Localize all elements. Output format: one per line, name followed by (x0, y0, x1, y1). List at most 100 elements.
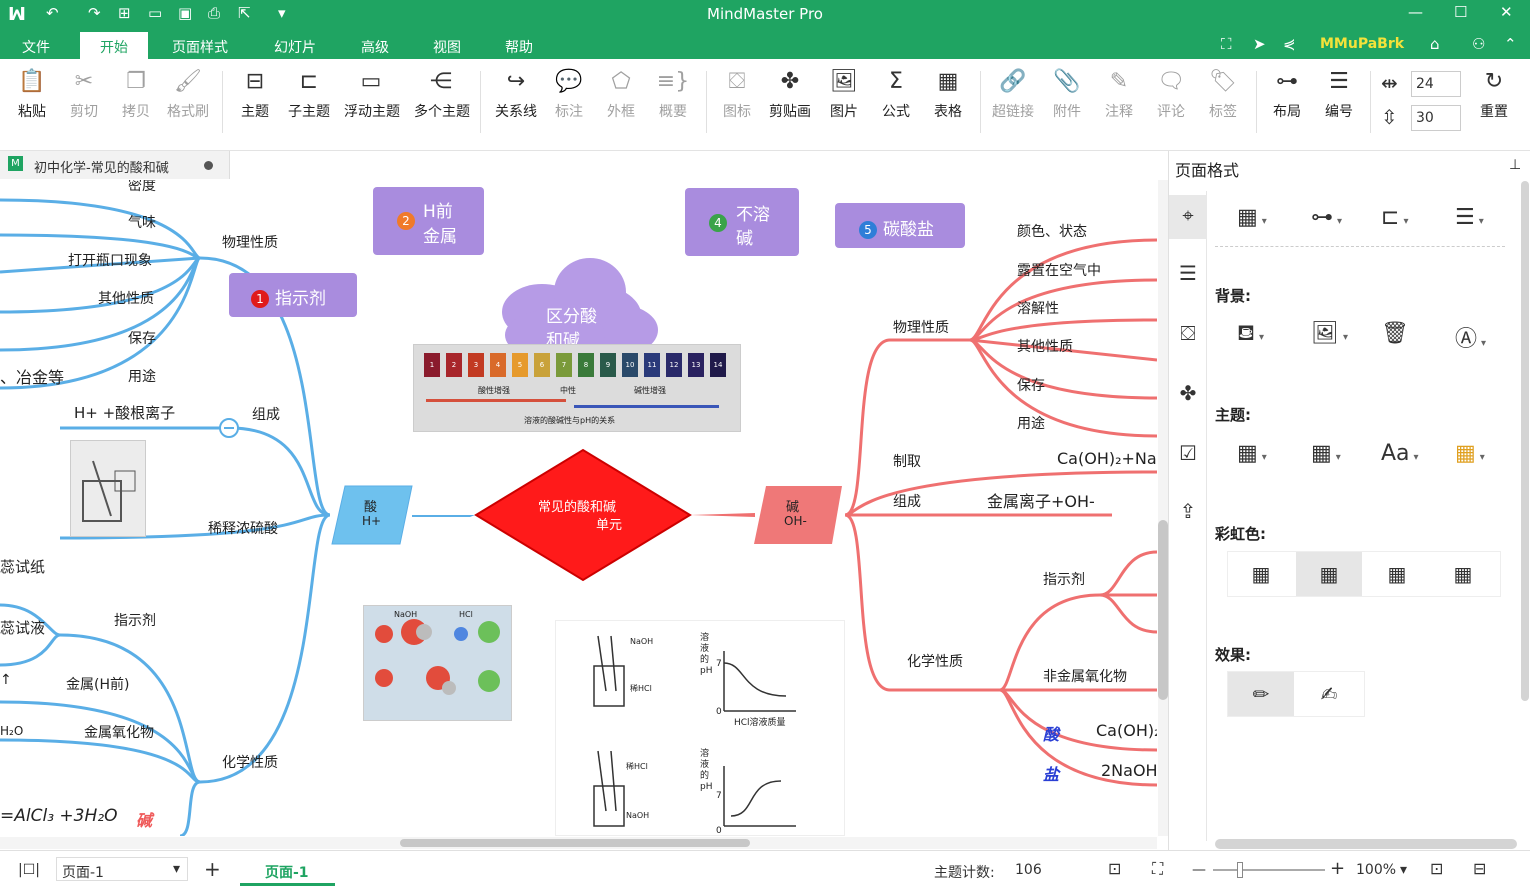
ph-scale-image[interactable]: 1 2 3 4 5 6 7 8 9 10 11 12 13 14 酸性增强 中性 碱性增强 溶液的酸碱性与… (413, 344, 741, 432)
clipart-tab-icon[interactable]: ✤ (1175, 381, 1201, 407)
badge-tab-icon[interactable]: ⛋ (1175, 321, 1201, 347)
minimize-icon[interactable]: — (1408, 3, 1423, 21)
base-topic-ion[interactable]: OH- (784, 514, 807, 528)
theme-layout-icon[interactable]: ▦ ▾ (1311, 441, 1341, 466)
scroll-thumb[interactable] (400, 839, 750, 847)
right-composition-value[interactable]: 金属离子+OH- (987, 488, 1095, 512)
connector-icon[interactable]: ⊏ ▾ (1381, 205, 1408, 230)
subtopic-button[interactable]: ⊏ 子主题 (282, 67, 336, 121)
scroll-thumb[interactable] (1158, 520, 1168, 700)
table-button[interactable]: ▦ 表格 (921, 67, 975, 121)
formula-button[interactable]: Σ 公式 (869, 67, 923, 121)
left-h2o[interactable]: H₂O (0, 724, 23, 738)
left-chem-metal[interactable]: 金属(H前) (66, 674, 129, 694)
vertical-scrollbar[interactable] (1158, 180, 1168, 836)
layout-grid-icon[interactable]: ▦ ▾ (1237, 205, 1267, 230)
document-tab[interactable]: M 初中化学-常见的酸和碱 (0, 151, 230, 179)
vertical-spacing-input[interactable]: 30 (1411, 105, 1461, 131)
menu-help[interactable]: 帮助 (505, 37, 533, 57)
right-composition[interactable]: 组成 (893, 491, 921, 511)
right-salt-value[interactable]: 2NaOH (1101, 761, 1157, 780)
relation-button[interactable]: ↪ 关系线 (489, 67, 543, 121)
right-chem-indicator[interactable]: 指示剂 (1043, 569, 1085, 589)
left-phys-other[interactable]: 其他性质 (98, 288, 154, 308)
zoom-dropdown-icon[interactable]: ▾ (1400, 862, 1407, 878)
picture-button[interactable]: 🖼 图片 (817, 67, 871, 121)
fill-bucket-icon[interactable]: ⛾ ▾ (1237, 321, 1264, 349)
page-panel-toggle-icon[interactable]: |☐| (18, 862, 40, 878)
collapse-ribbon-icon[interactable]: ⌃ (1504, 35, 1517, 53)
zoom-in-icon[interactable]: + (1330, 858, 1345, 879)
mindmap-canvas[interactable]: 常见的酸和碱 单元 酸 H+ 碱 OH- 区分酸 和碱 1 指示剂 2 H前 金属… (0, 180, 1157, 836)
left-chem-metal-oxide[interactable]: 金属氧化物 (84, 722, 154, 742)
menu-advanced[interactable]: 高级 (361, 37, 389, 57)
left-base-tag[interactable]: 碱 (136, 807, 152, 831)
numbering-button[interactable]: ☰ 编号 (1312, 67, 1366, 121)
horizontal-scrollbar[interactable] (0, 837, 1157, 849)
summary-button[interactable]: ≡} 概要 (646, 67, 700, 121)
send-icon[interactable]: ➤ (1253, 35, 1266, 53)
add-page-icon[interactable]: + (204, 857, 221, 881)
font-icon[interactable]: Aa ▾ (1381, 441, 1419, 466)
acid-topic-ion[interactable]: H+ (362, 514, 381, 528)
right-acid-value[interactable]: Ca(OH)₂ (1096, 721, 1157, 740)
left-equation[interactable]: =AlCl₃ +3H₂O (0, 806, 117, 826)
effect-plain-pen-icon[interactable]: ✏ (1228, 672, 1294, 716)
left-dilute-sulfuric[interactable]: 稀释浓硫酸 (208, 518, 278, 538)
right-preparation[interactable]: 制取 (893, 451, 921, 471)
right-phys-color-state[interactable]: 颜色、状态 (1017, 221, 1087, 241)
maximize-icon[interactable]: ☐ (1454, 3, 1467, 21)
left-use-partial[interactable]: 、冶金等 (0, 364, 64, 388)
cloud-topic-line1[interactable]: 区分酸 (546, 302, 597, 327)
user-name[interactable]: MMuPaBrk (1320, 36, 1404, 52)
outline-tab-icon[interactable]: ☰ (1175, 261, 1201, 287)
neutralization-image[interactable]: NaOH HCl (363, 605, 512, 721)
right-phys-solubility[interactable]: 溶解性 (1017, 298, 1059, 318)
comment-button[interactable]: 🗨 评论 (1144, 67, 1198, 121)
right-phys-storage[interactable]: 保存 (1017, 375, 1045, 395)
format-painter-button[interactable]: 🖌 格式刷 (161, 67, 215, 121)
rainbow-option-4[interactable]: ▦ (1430, 552, 1496, 596)
zoom-out-icon[interactable]: — (1192, 862, 1206, 878)
menu-view[interactable]: 视图 (433, 37, 461, 57)
titration-graphs-image[interactable]: NaOH 稀HCl 溶液的pH 7 0 HCl溶液质量 稀HCl NaOH 溶液… (555, 620, 845, 836)
callout-insoluble-base[interactable]: 4 不溶 碱 (685, 188, 799, 256)
zoom-slider-thumb[interactable] (1237, 862, 1243, 878)
paste-button[interactable]: 📋 粘贴 (5, 67, 59, 121)
rainbow-option-3[interactable]: ▦ (1364, 552, 1430, 596)
list-style-icon[interactable]: ☰ ▾ (1455, 205, 1484, 230)
left-litmus-liquid[interactable]: 蕊试液 (0, 617, 45, 638)
page-tab-1[interactable]: 页面-1 (265, 862, 309, 882)
fit-width-icon[interactable]: ⛶ (1152, 859, 1163, 879)
reset-button[interactable]: ↻ 重置 (1467, 67, 1521, 121)
page-select[interactable]: 页面-1 ▾ (56, 857, 188, 881)
boundary-button[interactable]: ⬠ 外框 (594, 67, 648, 121)
callout-indicator[interactable]: 1 指示剂 (229, 273, 357, 317)
right-acid-tag[interactable]: 酸 (1043, 721, 1059, 745)
left-chem-indicator[interactable]: 指示剂 (114, 610, 156, 630)
theme-grid-icon[interactable]: ▦ ▾ (1237, 441, 1267, 466)
right-chemical-properties[interactable]: 化学性质 (907, 651, 963, 671)
topic-button[interactable]: ⊟ 主题 (228, 67, 282, 121)
color-palette-icon[interactable]: ▦ ▾ (1455, 441, 1485, 466)
page-format-tab-icon[interactable]: ⌖ (1169, 195, 1207, 239)
left-physical-properties[interactable]: 物理性质 (222, 232, 278, 252)
export-tab-icon[interactable]: ⇪ (1175, 499, 1201, 525)
callout-carbonate[interactable]: 5 碳酸盐 (835, 203, 965, 248)
dilution-sketch-image[interactable] (70, 440, 146, 537)
icon-button[interactable]: ⛋ 图标 (710, 67, 764, 121)
right-phys-use[interactable]: 用途 (1017, 413, 1045, 433)
cut-button[interactable]: ✂ 剪切 (57, 67, 111, 121)
rainbow-option-1[interactable]: ▦ (1228, 552, 1294, 596)
left-phys-density[interactable]: 密度 (128, 180, 156, 195)
horizontal-spacing-input[interactable]: 24 (1411, 71, 1461, 97)
right-preparation-value[interactable]: Ca(OH)₂+Na (1057, 449, 1157, 468)
share-icon[interactable]: ⋞ (1283, 35, 1296, 53)
rainbow-option-2[interactable]: ▦ (1296, 552, 1362, 596)
menu-page-style[interactable]: 页面样式 (172, 37, 228, 57)
left-phys-open-bottle[interactable]: 打开瓶口现象 (68, 250, 152, 270)
unsaved-indicator-icon[interactable] (204, 161, 213, 170)
callout-button[interactable]: 💬 标注 (542, 67, 596, 121)
left-phys-storage[interactable]: 保存 (128, 328, 156, 348)
effect-handdrawn-pen-icon[interactable]: ✍ (1296, 672, 1362, 716)
